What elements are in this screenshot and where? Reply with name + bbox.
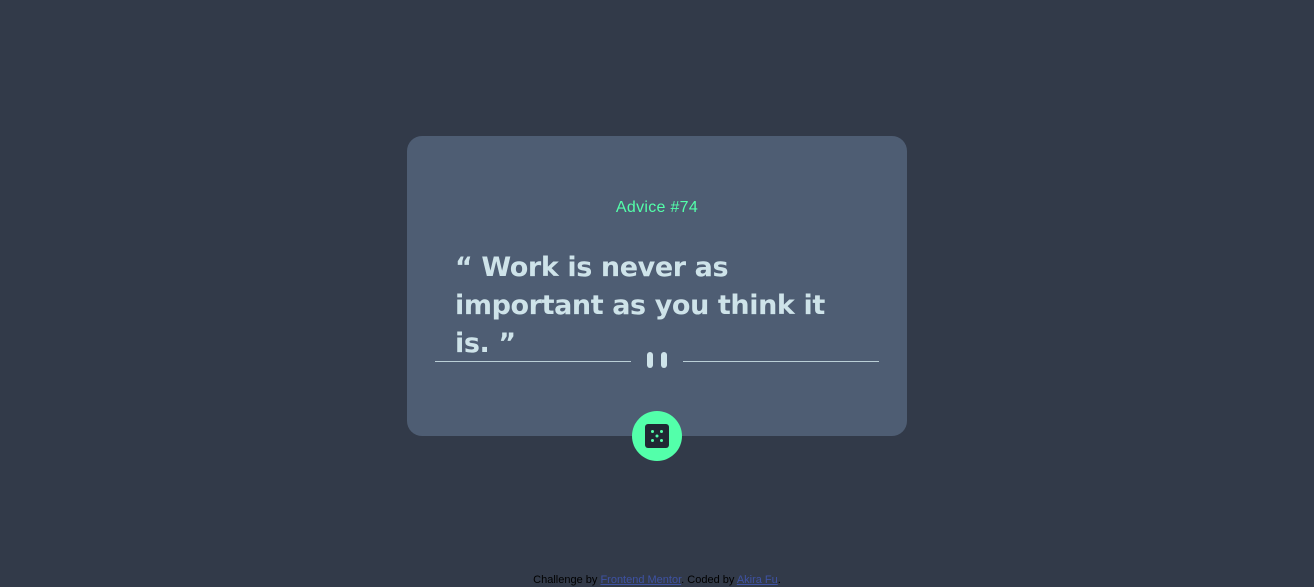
attribution-challenge-text: Challenge by — [533, 574, 601, 586]
advice-card: Advice #74 “ Work is never as important … — [407, 136, 907, 461]
divider — [435, 351, 879, 371]
advice-id: Advice #74 — [615, 199, 699, 216]
author-link[interactable]: Akira Fu — [737, 574, 778, 586]
new-advice-button[interactable] — [632, 411, 682, 461]
advice-quote: “ Work is never as important as you thin… — [455, 252, 825, 359]
divider-line-left — [435, 361, 631, 362]
attribution-suffix: . — [777, 574, 781, 586]
frontend-mentor-link[interactable]: Frontend Mentor — [600, 574, 681, 586]
attribution: Challenge by Frontend Mentor. Coded by A… — [0, 573, 1314, 587]
attribution-coded-text: . Coded by — [681, 574, 737, 586]
divider-line-right — [683, 361, 879, 362]
dice-icon — [645, 424, 669, 448]
pause-icon — [647, 352, 667, 368]
